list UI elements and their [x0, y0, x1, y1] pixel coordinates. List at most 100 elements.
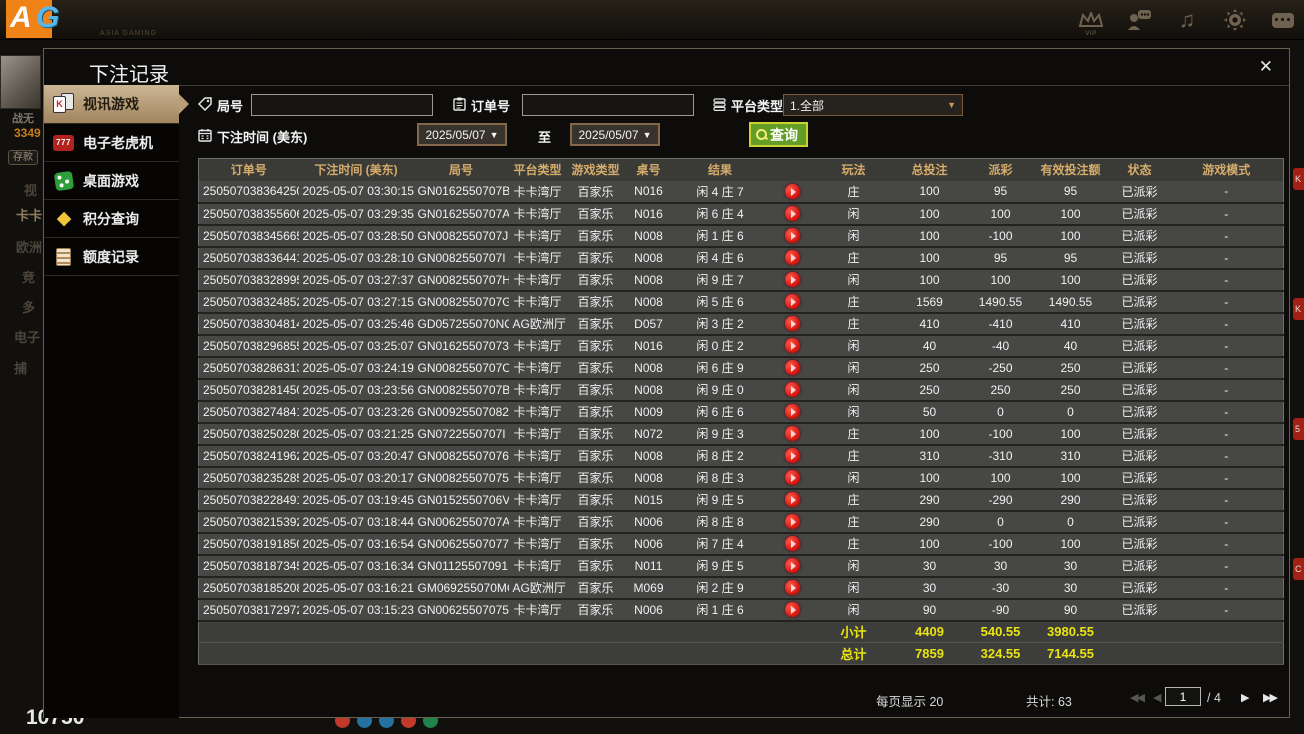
subtotal-bet: 4409: [889, 620, 970, 643]
sidebar-item-3[interactable]: ◆ 积分查询: [44, 200, 179, 238]
table-row: 250507038187345 2025-05-07 03:16:34 GN0112…: [198, 554, 1284, 578]
column-header: 桌号: [624, 158, 673, 181]
order-input[interactable]: [522, 94, 694, 116]
play-video-icon[interactable]: [785, 206, 800, 222]
next-page-icon[interactable]: ▶: [1241, 691, 1250, 704]
cell-table: N009: [624, 400, 673, 424]
play-video-icon[interactable]: [785, 183, 800, 199]
cell-time: 2025-05-07 03:20:17: [298, 466, 414, 490]
ag-logo[interactable]: A G: [6, 0, 66, 40]
play-video-icon[interactable]: [785, 602, 800, 618]
customer-service-icon[interactable]: [1126, 7, 1152, 33]
date-to-picker[interactable]: 2025/05/07 ▼: [570, 123, 660, 146]
play-video-icon[interactable]: [785, 272, 800, 288]
sidebar-item-1[interactable]: 777 电子老虎机: [44, 124, 179, 162]
cell-payout: -30: [969, 576, 1032, 600]
cell-play: [767, 400, 818, 424]
cell-round: GN00625507075: [413, 598, 509, 622]
close-icon[interactable]: ✕: [1259, 57, 1273, 77]
cell-round: GN0722550707I: [413, 422, 509, 446]
table-row: 250507038215392 2025-05-07 03:18:44 GN0062…: [198, 510, 1284, 534]
platform-type-select[interactable]: 1.全部 ▼: [783, 94, 963, 116]
cell-status: 已派彩: [1109, 202, 1170, 226]
play-video-icon[interactable]: [785, 360, 800, 376]
cell-play: [767, 576, 818, 600]
settings-gear-icon[interactable]: [1222, 7, 1248, 33]
cell-mode: -: [1169, 444, 1284, 468]
cell-game: 百家乐: [566, 202, 625, 226]
play-video-icon[interactable]: [785, 294, 800, 310]
prev-page-icon[interactable]: ◀: [1153, 691, 1162, 704]
sidebar-item-4[interactable]: 额度记录: [44, 238, 179, 276]
play-video-icon[interactable]: [785, 470, 800, 486]
column-header: [767, 158, 818, 181]
cell-play: [767, 466, 818, 490]
play-video-icon[interactable]: [785, 338, 800, 354]
cell-order: 250507038328995: [198, 268, 299, 292]
cell-platform: 卡卡湾厅: [508, 180, 567, 204]
play-video-icon[interactable]: [785, 250, 800, 266]
cell-time: 2025-05-07 03:29:35: [298, 202, 414, 226]
first-page-icon[interactable]: ◀◀: [1130, 691, 1145, 704]
cell-payout: 1490.55: [969, 290, 1032, 314]
cell-mode: -: [1169, 312, 1284, 336]
cell-game: 百家乐: [566, 224, 625, 248]
cell-status: 已派彩: [1109, 488, 1170, 512]
subtotal-valid: 3980.55: [1031, 620, 1110, 643]
sidebar-item-2[interactable]: 桌面游戏: [44, 162, 179, 200]
order-label: 订单号: [453, 96, 510, 115]
page-number-input[interactable]: [1165, 687, 1201, 706]
cell-order: 250507038304814: [198, 312, 299, 336]
play-video-icon[interactable]: [785, 514, 800, 530]
playing-cards-icon: K: [53, 93, 75, 115]
cell-valid: 95: [1031, 246, 1110, 270]
column-header: 派彩: [969, 158, 1032, 181]
chat-icon[interactable]: [1270, 7, 1296, 33]
cell-bet: 40: [889, 334, 970, 358]
play-video-icon[interactable]: [785, 228, 800, 244]
sidebar-item-0[interactable]: K 视讯游戏: [44, 85, 189, 124]
play-video-icon[interactable]: [785, 426, 800, 442]
round-input[interactable]: [251, 94, 433, 116]
play-video-icon[interactable]: [785, 492, 800, 508]
total-valid: 7144.55: [1031, 642, 1110, 665]
cell-time: 2025-05-07 03:16:34: [298, 554, 414, 578]
play-video-icon[interactable]: [785, 404, 800, 420]
music-icon[interactable]: ♫: [1174, 7, 1200, 33]
cell-table: N008: [624, 290, 673, 314]
vip-icon[interactable]: VIP: [1078, 7, 1104, 37]
last-page-icon[interactable]: ▶▶: [1263, 691, 1278, 704]
play-video-icon[interactable]: [785, 382, 800, 398]
cell-bet: 250: [889, 378, 970, 402]
cell-order: 250507038324852: [198, 290, 299, 314]
play-video-icon[interactable]: [785, 448, 800, 464]
total-label: 总计: [817, 642, 890, 665]
cell-bet: 50: [889, 400, 970, 424]
bet-time-label: 下注时间 (美东): [198, 127, 307, 146]
play-video-icon[interactable]: [785, 536, 800, 552]
play-video-icon[interactable]: [785, 580, 800, 596]
cell-time: 2025-05-07 03:21:25: [298, 422, 414, 446]
play-video-icon[interactable]: [785, 558, 800, 574]
cell-mode: -: [1169, 268, 1284, 292]
cell-method: 庄: [817, 312, 890, 336]
cell-play: [767, 246, 818, 270]
cell-platform: 卡卡湾厅: [508, 290, 567, 314]
cell-status: 已派彩: [1109, 444, 1170, 468]
cell-result: 闲 6 庄 9: [672, 356, 768, 380]
cell-platform: 卡卡湾厅: [508, 510, 567, 534]
play-video-icon[interactable]: [785, 316, 800, 332]
per-page-label: 每页显示 20: [876, 695, 944, 709]
total-row: 总计 7859 324.55 7144.55: [198, 642, 1284, 665]
search-button[interactable]: 查询: [749, 122, 808, 147]
cell-payout: -250: [969, 356, 1032, 380]
cell-mode: -: [1169, 510, 1284, 534]
column-header: 有效投注额: [1031, 158, 1110, 181]
cell-time: 2025-05-07 03:28:50: [298, 224, 414, 248]
date-from-picker[interactable]: 2025/05/07 ▼: [417, 123, 507, 146]
cell-order: 250507038215392: [198, 510, 299, 534]
bg-table-badge: K: [1293, 298, 1304, 320]
cell-round: GN0062550707A: [413, 510, 509, 534]
cell-round: GN00825507075: [413, 466, 509, 490]
cell-play: [767, 378, 818, 402]
